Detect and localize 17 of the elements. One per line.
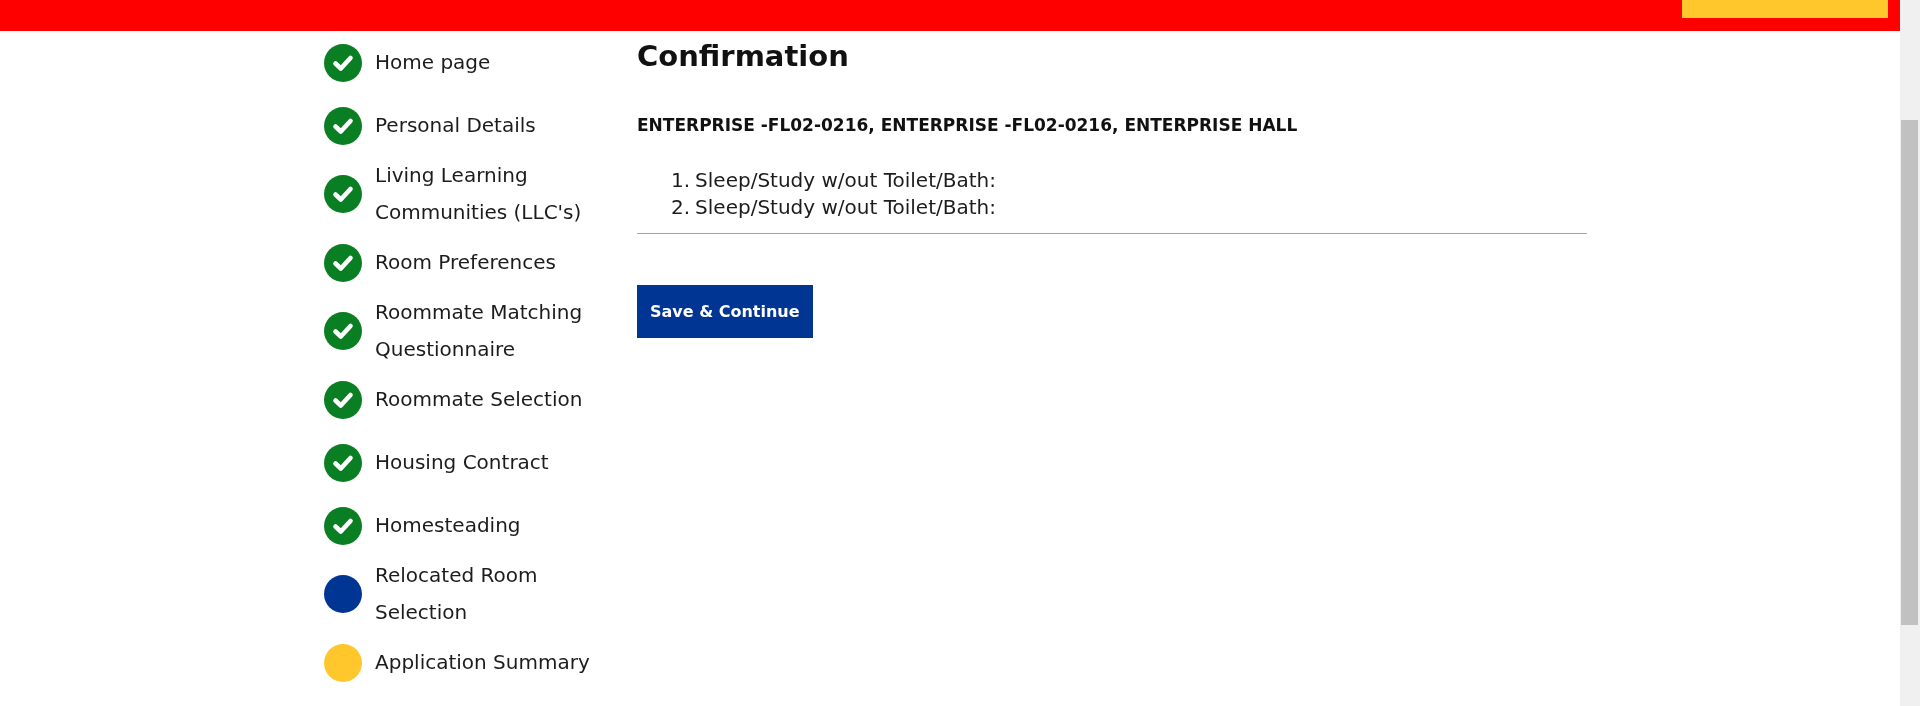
step-link[interactable]: Relocated Room Selection [375, 557, 605, 631]
step-link[interactable]: Home page [375, 44, 605, 81]
list-item: 1. Sleep/Study w/out Toilet/Bath: [671, 167, 996, 194]
step-link[interactable]: Homesteading [375, 507, 605, 544]
page-title: Confirmation [637, 38, 849, 74]
step-link[interactable]: Housing Contract [375, 444, 605, 481]
step-link[interactable]: Living Learning Communities (LLC's) [375, 157, 605, 231]
step-link[interactable]: Roommate Selection [375, 381, 605, 418]
room-assignment: ENTERPRISE -FL02-0216, ENTERPRISE -FL02-0216, ENTERPRISE HALL [637, 114, 1298, 137]
scrollbar-thumb[interactable] [1901, 120, 1918, 625]
step-link[interactable]: Personal Details [375, 107, 605, 144]
step-link[interactable]: Application Summary [375, 644, 605, 681]
step-link[interactable]: Room Preferences [375, 244, 605, 281]
step-link[interactable]: Roommate Matching Questionnaire [375, 294, 605, 368]
list-item: 2. Sleep/Study w/out Toilet/Bath: [671, 194, 996, 221]
header-button[interactable] [1682, 0, 1888, 18]
save-continue-button[interactable]: Save & Continue [637, 285, 813, 338]
